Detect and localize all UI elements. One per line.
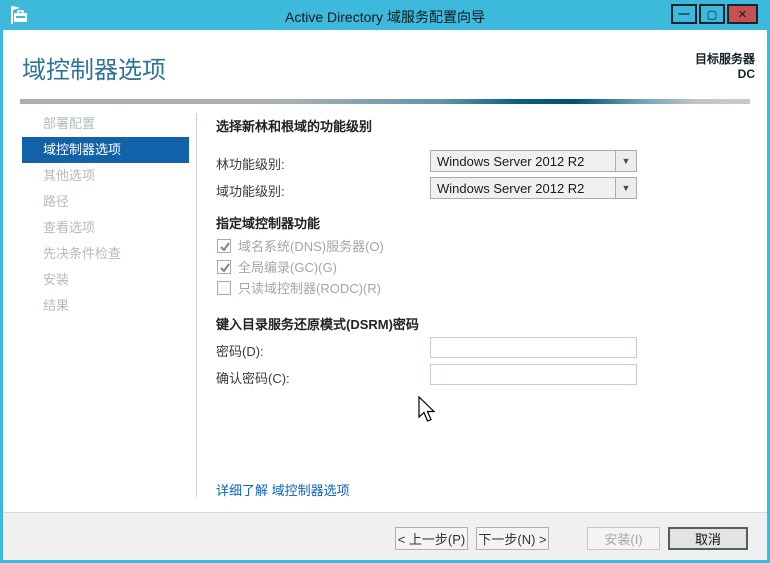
page-title: 域控制器选项 <box>22 57 166 84</box>
maximize-button[interactable]: ▢ <box>699 4 725 24</box>
check-icon <box>220 241 230 252</box>
rodc-checkbox-label: 只读域控制器(RODC)(R) <box>238 281 381 296</box>
dns-server-checkbox[interactable] <box>217 238 231 253</box>
global-catalog-checkbox-label: 全局编录(GC)(G) <box>238 260 337 275</box>
forest-level-label: 林功能级别: <box>216 157 285 172</box>
domain-level-value: Windows Server 2012 R2 <box>437 180 585 196</box>
window-controls: — ▢ ✕ <box>671 4 758 24</box>
forest-level-value: Windows Server 2012 R2 <box>437 153 585 169</box>
password-label: 密码(D): <box>216 344 264 359</box>
rodc-checkbox[interactable] <box>217 280 231 295</box>
global-catalog-checkbox[interactable] <box>217 259 231 274</box>
confirm-password-input[interactable] <box>430 364 637 385</box>
global-catalog-checkbox-row: 全局编录(GC)(G) <box>217 257 337 276</box>
minimize-button[interactable]: — <box>671 4 697 24</box>
sidebar-item-additional-options[interactable]: 其他选项 <box>22 163 189 189</box>
wizard-body: 域控制器选项 目标服务器 DC 部署配置 域控制器选项 其他选项 路径 查看选项… <box>3 30 767 560</box>
forest-level-dropdown[interactable]: Windows Server 2012 R2 ▼ <box>430 150 637 172</box>
sidebar-item-installation[interactable]: 安装 <box>22 267 189 293</box>
dns-server-checkbox-label: 域名系统(DNS)服务器(O) <box>238 239 384 254</box>
learn-more-link[interactable]: 详细了解 域控制器选项 <box>216 480 350 499</box>
sidebar-item-paths[interactable]: 路径 <box>22 189 189 215</box>
password-input[interactable] <box>430 337 637 358</box>
sidebar-divider <box>196 113 197 497</box>
sidebar-item-results[interactable]: 结果 <box>22 293 189 319</box>
check-icon <box>220 262 230 273</box>
wizard-window: Active Directory 域服务配置向导 — ▢ ✕ 域控制器选项 目标… <box>0 0 770 563</box>
sidebar-item-deployment-config[interactable]: 部署配置 <box>22 111 189 137</box>
dsrm-heading: 键入目录服务还原模式(DSRM)密码 <box>216 317 419 332</box>
sidebar-item-prerequisites-check[interactable]: 先决条件检查 <box>22 241 189 267</box>
previous-button[interactable]: < 上一步(P) <box>395 527 468 550</box>
dropdown-arrow-icon[interactable]: ▼ <box>615 178 636 198</box>
footer-bar: < 上一步(P) 下一步(N) > 安装(I) 取消 <box>3 512 767 560</box>
capabilities-heading: 指定域控制器功能 <box>216 216 321 231</box>
functional-level-heading: 选择新林和根域的功能级别 <box>216 119 373 134</box>
title-bar[interactable]: Active Directory 域服务配置向导 — ▢ ✕ <box>0 0 770 30</box>
rodc-checkbox-row: 只读域控制器(RODC)(R) <box>217 278 381 297</box>
dns-server-checkbox-row: 域名系统(DNS)服务器(O) <box>217 236 384 255</box>
close-button[interactable]: ✕ <box>727 4 758 24</box>
sidebar-item-domain-controller-options[interactable]: 域控制器选项 <box>22 137 189 163</box>
cancel-button[interactable]: 取消 <box>668 527 748 550</box>
install-button[interactable]: 安装(I) <box>587 527 660 550</box>
next-button[interactable]: 下一步(N) > <box>476 527 549 550</box>
domain-level-label: 域功能级别: <box>216 184 285 199</box>
dropdown-arrow-icon[interactable]: ▼ <box>615 151 636 171</box>
sidebar-item-review-options[interactable]: 查看选项 <box>22 215 189 241</box>
confirm-password-label: 确认密码(C): <box>216 371 290 386</box>
wizard-steps-sidebar: 部署配置 域控制器选项 其他选项 路径 查看选项 先决条件检查 安装 结果 <box>22 111 189 319</box>
domain-level-dropdown[interactable]: Windows Server 2012 R2 ▼ <box>430 177 637 199</box>
window-title: Active Directory 域服务配置向导 <box>285 9 485 25</box>
